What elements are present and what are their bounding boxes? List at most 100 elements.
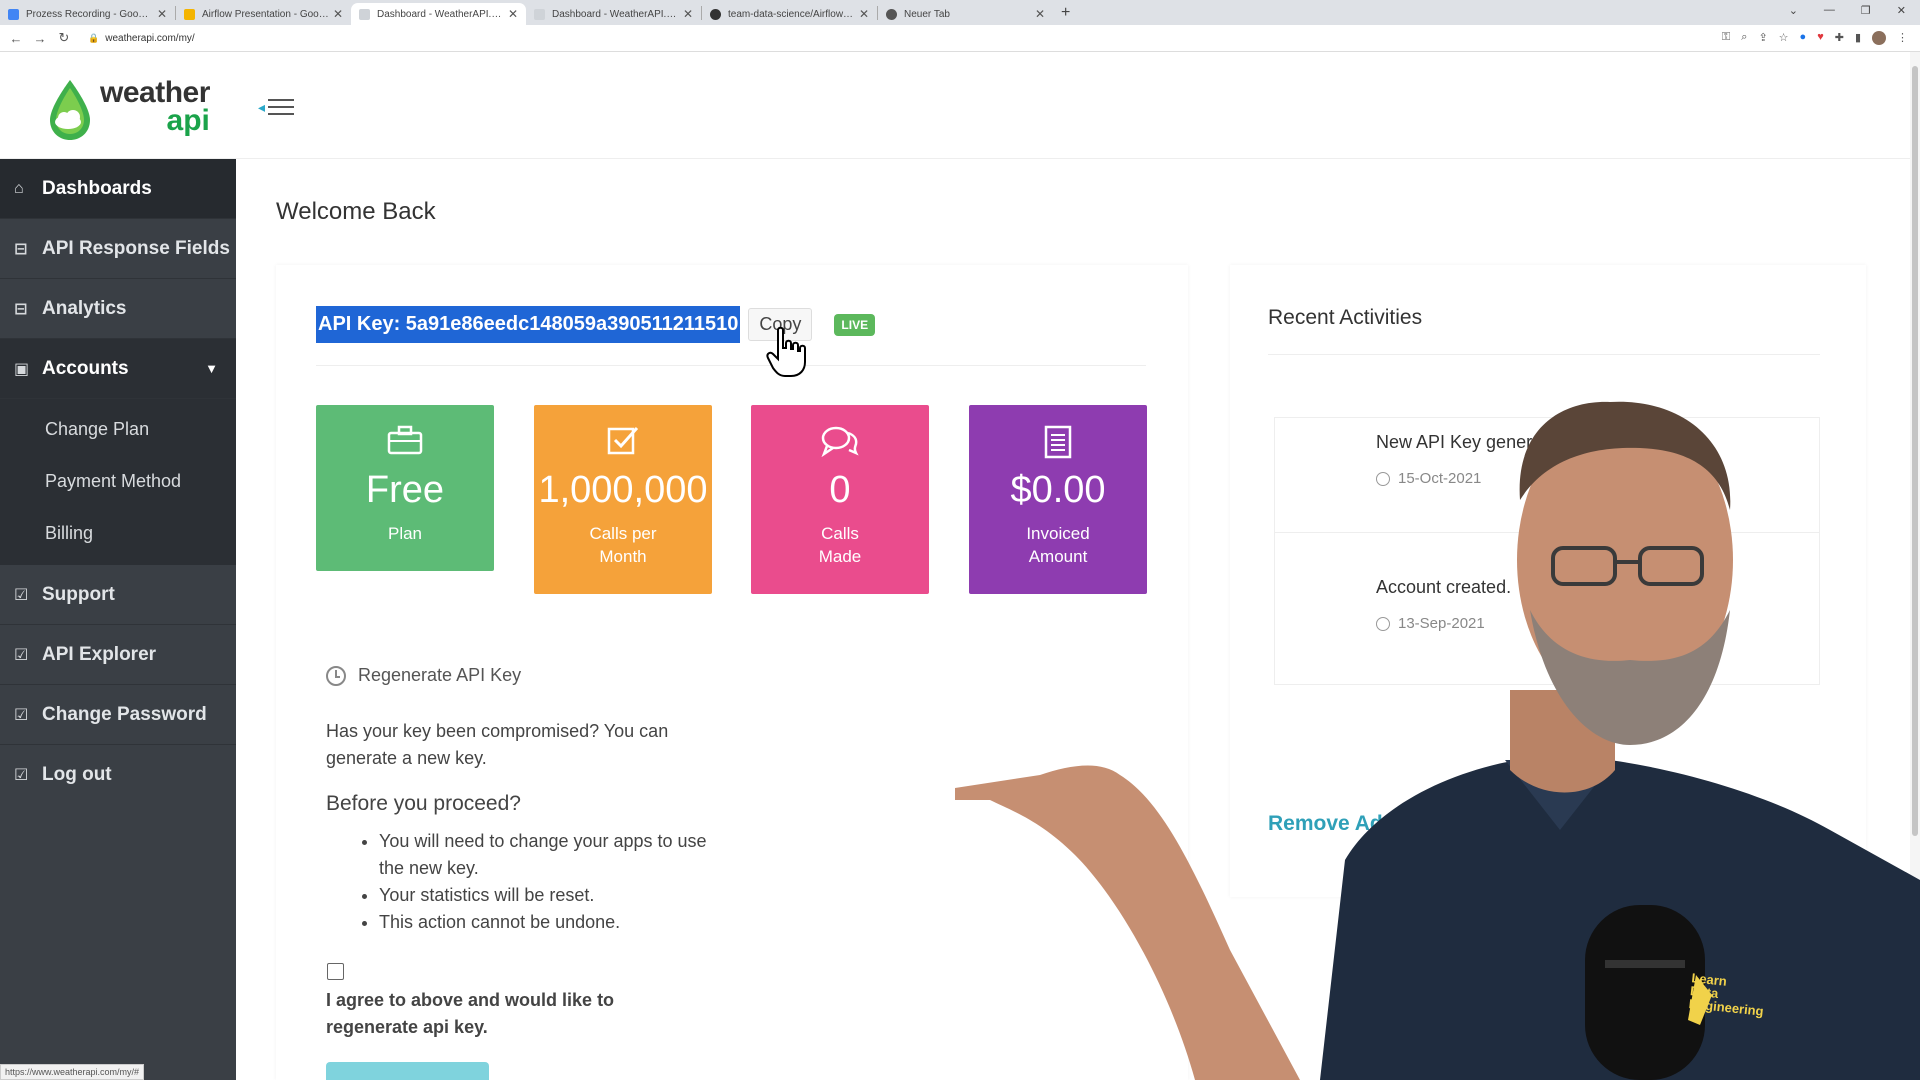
activity-date: 15-Oct-2021 — [1376, 470, 1481, 487]
activity-list — [1274, 417, 1820, 685]
sidebar-item-label: API Explorer — [42, 643, 157, 665]
github-icon — [710, 8, 721, 20]
remove-ads-link[interactable]: Remove Ads — [1268, 812, 1394, 836]
window-controls: ⌄ — ❐ ✕ — [1789, 4, 1906, 17]
menu-icon[interactable]: ⋮ — [1897, 31, 1908, 45]
reload-icon[interactable]: ↻ — [52, 30, 76, 46]
restore-icon[interactable]: ❐ — [1861, 4, 1871, 17]
sidebar-item-billing[interactable]: Billing — [0, 507, 236, 559]
close-tab-icon[interactable]: ✕ — [157, 7, 167, 21]
pocket-icon[interactable]: ♥ — [1817, 31, 1824, 45]
sidebar-item-label: Accounts — [42, 357, 129, 379]
sidebar-item-label: Dashboards — [42, 177, 152, 199]
browser-tab[interactable]: Dashboard - WeatherAPI.com ✕ — [526, 3, 701, 25]
stat-label: Plan — [387, 524, 423, 543]
sidebar-item-dashboards[interactable]: ⌂ Dashboards — [0, 159, 236, 219]
lock-icon[interactable]: 🔒 — [88, 33, 99, 44]
url-text: weatherapi.com/my/ — [105, 32, 195, 44]
before-proceed-heading: Before you proceed? — [326, 792, 521, 815]
zoom-icon[interactable]: ⌕ — [1741, 31, 1747, 45]
stat-value: 1,000,000 — [538, 469, 708, 511]
sidebar-item-api-explorer[interactable]: ☑ API Explorer — [0, 625, 236, 685]
activity-date-text: 13-Sep-2021 — [1398, 615, 1485, 632]
list-item: You will need to change your apps to use… — [379, 828, 715, 882]
logo-word-api: api — [166, 104, 210, 137]
sidebar-item-change-plan[interactable]: Change Plan — [0, 403, 236, 455]
stat-label: Calls per — [589, 524, 657, 543]
key-icon[interactable]: ⚿ — [1722, 31, 1730, 45]
browser-tab[interactable]: Airflow Presentation - Google Sl ✕ — [176, 3, 351, 25]
star-icon[interactable]: ☆ — [1779, 31, 1789, 45]
close-window-icon[interactable]: ✕ — [1897, 4, 1906, 17]
close-tab-icon[interactable]: ✕ — [508, 7, 518, 21]
close-tab-icon[interactable]: ✕ — [333, 7, 343, 21]
hand-cursor-icon — [766, 326, 806, 377]
divider — [316, 365, 1146, 366]
stat-value: Free — [365, 469, 445, 511]
browser-tab[interactable]: Prozess Recording - Google Docs ✕ — [0, 3, 175, 25]
puzzle-icon[interactable]: ✚ — [1835, 31, 1844, 45]
sidebar-icon[interactable]: ▮ — [1855, 31, 1861, 45]
profile-avatar[interactable] — [1872, 31, 1886, 45]
stat-label: Made — [818, 547, 862, 566]
list-item: This action cannot be undone. — [379, 909, 715, 936]
url-field[interactable]: 🔒 weatherapi.com/my/ — [88, 33, 195, 44]
close-tab-icon[interactable]: ✕ — [683, 7, 693, 21]
sidebar-item-api-response-fields[interactable]: ⊟ API Response Fields — [0, 219, 236, 279]
tab-title: Prozess Recording - Google Docs — [26, 8, 153, 20]
browser-tab[interactable]: team-data-science/Airflow: Airflo ✕ — [702, 3, 877, 25]
sidebar-item-analytics[interactable]: ⊟ Analytics — [0, 279, 236, 339]
weatherapi-logo[interactable]: weather api — [46, 78, 210, 142]
regenerate-key-button[interactable] — [326, 1062, 489, 1080]
briefcase-icon: ▣ — [14, 360, 30, 378]
sidebar-toggle-button[interactable]: ◂ — [258, 94, 295, 120]
agree-label: I agree to above and would like to regen… — [326, 990, 615, 1037]
chevron-down-icon[interactable]: ⌄ — [1789, 4, 1798, 17]
sidebar-item-payment-method[interactable]: Payment Method — [0, 455, 236, 507]
tab-title: Neuer Tab — [904, 8, 950, 20]
app-header: weather api ◂ — [0, 52, 1920, 159]
google-slides-icon — [184, 8, 195, 20]
inbox-icon: ⊟ — [14, 240, 28, 258]
inbox-icon: ⊟ — [14, 300, 28, 318]
browser-tab-active[interactable]: Dashboard - WeatherAPI.com ✕ — [351, 3, 526, 25]
api-key-text[interactable]: API Key: 5a91e86eedc148059a390511211510 — [316, 306, 741, 343]
recent-activities-title: Recent Activities — [1268, 306, 1423, 329]
sidebar-item-change-password[interactable]: ☑ Change Password — [0, 685, 236, 745]
hamburger-icon — [268, 94, 295, 120]
clock-icon — [1376, 471, 1390, 486]
sidebar-item-support[interactable]: ☑ Support — [0, 565, 236, 625]
stat-label: Invoiced — [1026, 524, 1090, 543]
minimize-icon[interactable]: — — [1824, 4, 1835, 17]
divider — [1275, 532, 1819, 533]
briefcase-icon — [316, 425, 494, 459]
close-tab-icon[interactable]: ✕ — [1035, 7, 1045, 21]
share-icon[interactable]: ⇪ — [1758, 31, 1767, 45]
check-square-icon: ☑ — [14, 767, 29, 784]
back-icon[interactable]: ← — [4, 31, 28, 46]
chrome-icon — [886, 8, 897, 20]
regenerate-description: Has your key been compromised? You can g… — [326, 721, 669, 768]
sidebar-item-label: Change Password — [42, 703, 207, 725]
drop-logo-icon — [46, 78, 94, 142]
tab-title: team-data-science/Airflow: Airflo — [728, 8, 855, 20]
list-item: Your statistics will be reset. — [379, 882, 715, 909]
warning-list: You will need to change your apps to use… — [355, 828, 715, 936]
forward-icon[interactable]: → — [28, 31, 52, 46]
sidebar-item-accounts[interactable]: ▣ Accounts ▼ — [0, 339, 236, 399]
comments-icon — [751, 425, 929, 459]
sidebar-subitem-label: Change Plan — [45, 418, 150, 439]
weatherapi-favicon — [534, 8, 545, 20]
extension-icon[interactable]: ● — [1800, 31, 1807, 45]
check-square-icon: ☑ — [14, 586, 29, 604]
vertical-scrollbar[interactable] — [1910, 52, 1920, 1080]
browser-tab[interactable]: Neuer Tab ✕ — [878, 3, 1053, 25]
close-tab-icon[interactable]: ✕ — [859, 7, 869, 21]
stat-label: Amount — [1028, 547, 1088, 566]
check-square-icon: ☑ — [14, 646, 29, 664]
sidebar-item-log-out[interactable]: ☑ Log out — [0, 745, 236, 805]
status-bar-url: https://www.weatherapi.com/my/# — [0, 1064, 145, 1080]
agree-checkbox[interactable] — [327, 963, 344, 980]
new-tab-icon[interactable]: + — [1061, 4, 1070, 22]
stat-card-invoiced-amount: $0.00 Invoiced Amount — [969, 405, 1147, 594]
